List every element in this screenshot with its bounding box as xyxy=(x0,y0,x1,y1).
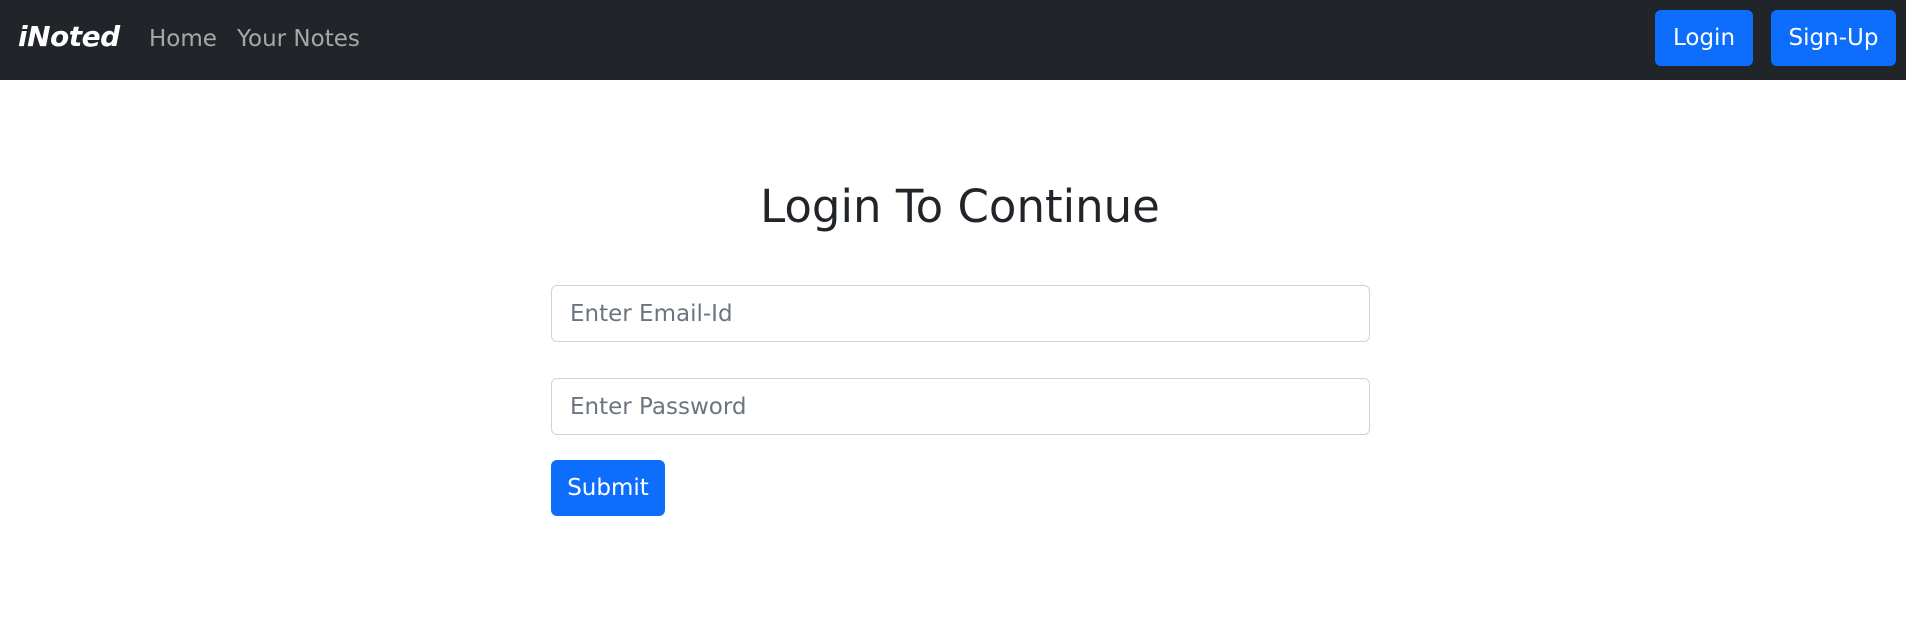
navbar: iNoted Home Your Notes Login Sign-Up xyxy=(0,0,1906,80)
email-field[interactable] xyxy=(551,285,1370,342)
login-button[interactable]: Login xyxy=(1655,10,1753,66)
page-title: Login To Continue xyxy=(760,180,1160,233)
submit-button[interactable]: Submit xyxy=(551,460,665,516)
nav-link-home[interactable]: Home xyxy=(149,26,217,52)
password-field[interactable] xyxy=(551,378,1370,435)
nav-link-your-notes[interactable]: Your Notes xyxy=(237,26,360,52)
brand-logo[interactable]: iNoted xyxy=(18,20,120,53)
signup-button[interactable]: Sign-Up xyxy=(1771,10,1896,66)
